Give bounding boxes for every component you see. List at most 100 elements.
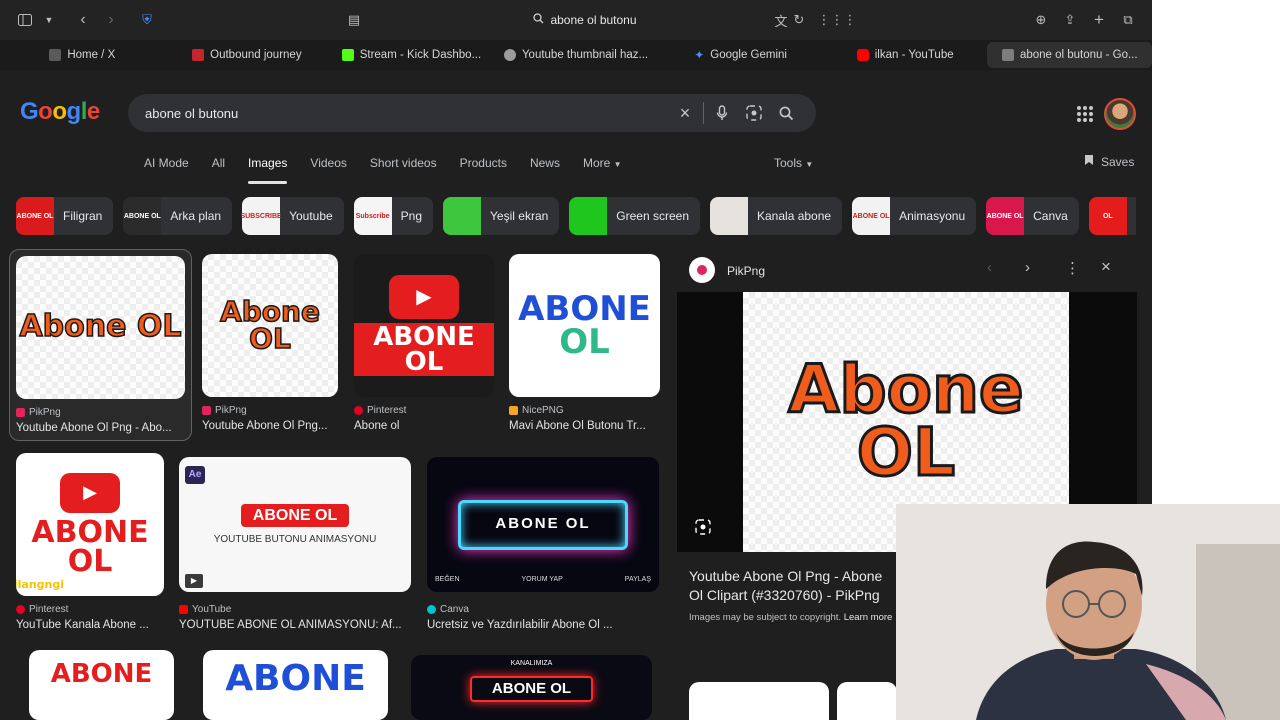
result-caption[interactable]: YOUTUBE ABONE OL ANİMASYONU: Af... — [179, 619, 411, 631]
image-result[interactable]: ABONE — [203, 650, 388, 720]
chip-png[interactable]: Subscribe Png — [353, 197, 434, 235]
divider — [703, 102, 704, 124]
result-caption[interactable]: Youtube Abone Ol Png... — [202, 420, 338, 432]
tab-gemini[interactable]: ✦ Google Gemini — [658, 42, 823, 68]
tab-videos[interactable]: Videos — [310, 156, 346, 178]
image-result[interactable]: Ae ABONE OL YOUTUBE BUTONU ANIMASYONU ▶ … — [179, 457, 411, 631]
tab-short-videos[interactable]: Short videos — [370, 156, 437, 178]
previous-icon[interactable]: ‹ — [987, 259, 992, 276]
new-tab-icon[interactable]: + — [1086, 7, 1112, 33]
tab-overview-icon[interactable]: ⧉ — [1115, 7, 1141, 33]
chip-arka-plan[interactable]: ABONE OL Arka plan — [123, 197, 233, 235]
privacy-shield-icon[interactable]: ⛨ — [134, 7, 160, 33]
chip-bu[interactable]: OLBu — [1088, 197, 1136, 235]
tab-chatgpt[interactable]: Youtube thumbnail haz... — [494, 42, 659, 68]
tab-news[interactable]: News — [530, 156, 560, 178]
chip-animasyonu[interactable]: ABONE OL Animasyonu — [852, 197, 977, 235]
chip-thumbnail: Subscribe — [353, 197, 392, 235]
image-result[interactable]: ABONE — [29, 650, 174, 720]
overlay-username: dilangngi — [16, 577, 65, 591]
back-icon[interactable]: ‹ — [70, 7, 96, 33]
result-caption[interactable]: Ücretsiz ve Yazdırılabilir Abone Ol ... — [427, 619, 659, 631]
result-caption[interactable]: YouTube Kanala Abone ... — [16, 619, 164, 631]
preview-caption[interactable]: Youtube Abone Ol Png - Abone Ol Clipart … — [689, 567, 899, 605]
reload-icon[interactable]: ↻ — [786, 7, 812, 33]
tab-label: Outbound journey — [210, 49, 302, 61]
chip-canva[interactable]: ABONE OL Canva — [986, 197, 1079, 235]
chip-youtube[interactable]: SUBSCRIBE Youtube — [240, 197, 344, 235]
result-source: YouTube — [179, 604, 411, 615]
tab-more[interactable]: More ▼ — [583, 156, 622, 178]
chip-yesil-ekran[interactable]: Yeşil ekran — [443, 197, 560, 235]
result-source: PikPng — [16, 407, 185, 418]
related-chips: ABONE OL Filigran ABONE OL Arka plan SUBSC… — [16, 197, 1136, 235]
search-submit-icon[interactable] — [770, 106, 802, 121]
image-result[interactable]: ▶ ABONE OL Pinterest Abone ol — [354, 254, 494, 432]
tab-outbound[interactable]: Outbound journey — [165, 42, 330, 68]
tab-google-active[interactable]: abone ol butonu - Go... — [987, 42, 1153, 68]
chevron-down-icon[interactable]: ▼ — [36, 7, 62, 33]
forward-icon[interactable]: › — [98, 7, 124, 33]
sidebar-toggle-icon[interactable] — [12, 7, 38, 33]
image-result[interactable]: KANALIMIZA ABONE OL — [411, 655, 652, 720]
grid-icon[interactable]: ⋮⋮⋮ — [818, 7, 857, 33]
browser-toolbar: ▼ ‹ › ⛨ ▤ abone ol butonu 文 ↻ ⋮⋮⋮ ⊕ ⇪ + … — [0, 0, 1152, 40]
openai-icon — [503, 49, 516, 61]
image-result-selected[interactable]: Abone OL PikPng Youtube Abone Ol Png - A… — [9, 249, 192, 441]
lens-icon[interactable] — [738, 105, 770, 121]
image-labels: BEĞEN YORUM YAP PAYLAŞ — [435, 577, 651, 584]
close-icon[interactable]: × — [1101, 257, 1111, 277]
result-source: Pinterest — [16, 604, 164, 615]
bookmark-icon — [1084, 154, 1094, 169]
source-name: Pinterest — [367, 405, 407, 416]
saves-button[interactable]: Saves — [1084, 154, 1134, 169]
result-caption[interactable]: Mavi Abone Ol Butonu Tr... — [509, 420, 660, 432]
next-icon[interactable]: › — [1025, 259, 1030, 276]
source-name: YouTube — [192, 604, 232, 615]
search-query: abone ol butonu — [145, 105, 239, 121]
google-apps-icon[interactable] — [1075, 104, 1095, 124]
related-image-thumb[interactable] — [689, 682, 829, 720]
share-icon[interactable]: ⇪ — [1057, 7, 1083, 33]
result-image: ▶ ABONE OL — [354, 254, 494, 397]
tab-ai-mode[interactable]: AI Mode — [144, 156, 189, 178]
image-result[interactable]: ABONE OL NicePNG Mavi Abone Ol Butonu Tr… — [509, 254, 660, 432]
more-label: More — [582, 156, 611, 170]
tab-label: Stream - Kick Dashbo... — [359, 49, 482, 61]
tools-button[interactable]: Tools ▼ — [774, 156, 813, 170]
pikpng-icon — [689, 257, 715, 283]
address-bar[interactable]: abone ol butonu — [460, 9, 710, 31]
tab-all[interactable]: All — [212, 156, 225, 178]
chip-kanala-abone[interactable]: Kanala abone — [710, 197, 843, 235]
image-result[interactable]: Abone OL PikPng Youtube Abone Ol Png... — [202, 254, 338, 432]
address-text: abone ol butonu — [550, 13, 637, 27]
desktop-background — [1152, 0, 1280, 504]
result-caption[interactable]: Youtube Abone Ol Png - Abo... — [16, 422, 185, 434]
tab-home-x[interactable]: Home / X — [0, 42, 165, 68]
search-input[interactable]: abone ol butonu × — [128, 94, 816, 132]
microphone-icon[interactable] — [706, 105, 738, 121]
account-avatar[interactable] — [1104, 98, 1136, 130]
download-icon[interactable]: ⊕ — [1028, 7, 1054, 33]
preview-source[interactable]: PikPng — [727, 264, 765, 278]
chip-label: Yeşil ekran — [490, 209, 549, 223]
learn-more-link[interactable]: Learn more — [844, 612, 893, 623]
lens-search-icon[interactable] — [695, 519, 711, 538]
reader-icon[interactable]: ▤ — [341, 7, 367, 33]
related-image-thumb[interactable] — [837, 682, 897, 720]
tab-images[interactable]: Images — [248, 156, 288, 184]
tab-youtube[interactable]: ilkan - YouTube — [823, 42, 988, 68]
chip-filigran[interactable]: ABONE OL Filigran — [16, 197, 114, 235]
result-image: ABONE — [203, 650, 388, 720]
image-result[interactable]: ABONE OL BEĞEN YORUM YAP PAYLAŞ Canva Üc… — [427, 457, 659, 631]
clear-icon[interactable]: × — [669, 103, 701, 124]
result-caption[interactable]: Abone ol — [354, 420, 494, 432]
tools-label: Tools — [774, 156, 803, 170]
image-result[interactable]: ▶ ABONE OL dilangngi Pinterest YouTube K… — [16, 453, 164, 631]
more-options-icon[interactable]: ⋮ — [1065, 259, 1080, 277]
chip-label: Arka plan — [170, 209, 222, 223]
google-logo[interactable]: Google — [20, 98, 100, 126]
chip-green-screen[interactable]: Green screen — [569, 197, 700, 235]
tab-kick[interactable]: Stream - Kick Dashbo... — [329, 42, 494, 68]
tab-products[interactable]: Products — [460, 156, 507, 178]
